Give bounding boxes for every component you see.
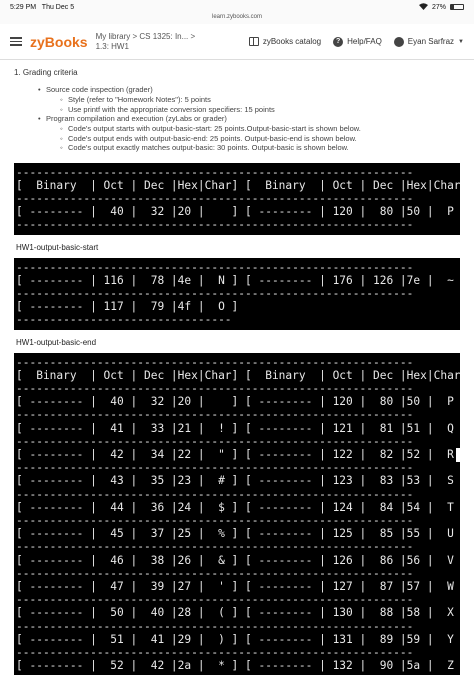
grading-list: Source code inspection (grader) Style (r… — [38, 85, 460, 153]
book-icon — [248, 37, 259, 46]
output-header-block: ----------------------------------------… — [14, 162, 460, 235]
url-bar[interactable]: learn.zybooks.com — [0, 14, 474, 24]
grading-title: 1. Grading criteria — [14, 68, 78, 77]
wifi-icon — [418, 2, 428, 12]
help-link[interactable]: ? Help/FAQ — [333, 36, 382, 47]
chevron-down-icon: ▼ — [458, 38, 464, 45]
grading-subitem: Style (refer to "Homework Notes"): 5 poi… — [60, 95, 460, 105]
catalog-link[interactable]: zyBooks catalog — [248, 37, 322, 46]
status-date: Thu Dec 5 — [41, 3, 75, 11]
grading-subitem: Code's output starts with output-basic-s… — [60, 124, 460, 134]
catalog-label: zyBooks catalog — [262, 37, 322, 46]
zybooks-logo[interactable]: zyBooks — [30, 34, 88, 50]
app-header: zyBooks My library > CS 1325: In... > 1.… — [0, 24, 474, 60]
output-end-block: ----------------------------------------… — [14, 352, 460, 676]
battery-icon — [450, 4, 464, 10]
url-text: learn.zybooks.com — [211, 14, 263, 20]
help-icon: ? — [333, 36, 344, 47]
grading-subitem: Code's output ends with output-basic-end… — [60, 134, 460, 144]
user-icon — [393, 36, 404, 47]
battery-percent: 27% — [431, 3, 446, 11]
status-bar: 5:29 PM Thu Dec 5 27% — [0, 0, 474, 14]
help-label: Help/FAQ — [347, 37, 382, 46]
menu-icon[interactable] — [10, 37, 22, 46]
user-name: Eyan Sarfraz — [407, 37, 455, 46]
status-left: 5:29 PM Thu Dec 5 — [10, 4, 74, 11]
breadcrumb[interactable]: My library > CS 1325: In... > 1.3: HW1 — [96, 32, 206, 52]
status-time: 5:29 PM — [10, 3, 37, 11]
user-menu[interactable]: Eyan Sarfraz ▼ — [393, 36, 464, 47]
text-cursor — [456, 448, 462, 462]
output-start-block: ----------------------------------------… — [14, 257, 460, 330]
grading-subitem: Code's output exactly matches output-bas… — [60, 143, 460, 153]
grading-subitem: Use printf with the appropriate conversi… — [60, 105, 460, 115]
status-right: 27% — [418, 2, 464, 12]
header-actions: zyBooks catalog ? Help/FAQ Eyan Sarfraz … — [248, 36, 464, 47]
grading-item: Program compilation and execution (zyLab… — [38, 114, 460, 153]
grading-item: Source code inspection (grader) Style (r… — [38, 85, 460, 114]
output-end-label: HW1-output-basic-end — [16, 337, 97, 347]
output-start-label: HW1-output-basic-start — [16, 242, 99, 252]
main-content: 1. Grading criteria Source code inspecti… — [0, 68, 474, 676]
